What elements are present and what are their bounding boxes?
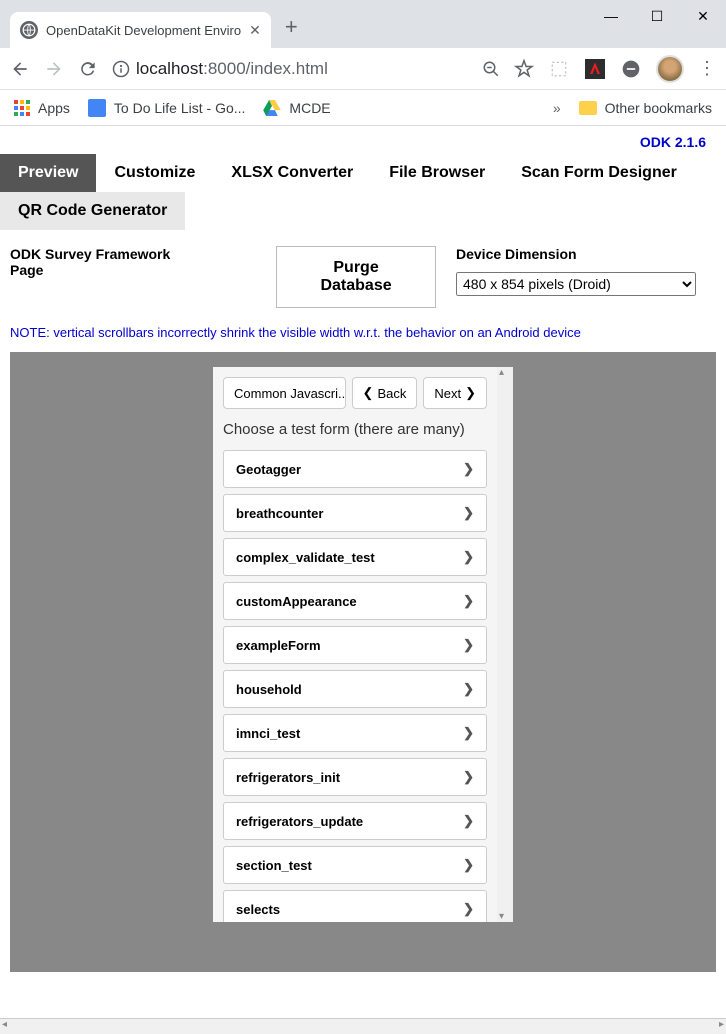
chevron-right-icon: ❯ [463, 681, 474, 697]
apps-bookmark[interactable]: Apps [14, 100, 70, 116]
controls-row: ODK Survey Framework Page Purge Database… [0, 230, 726, 318]
window-titlebar: OpenDataKit Development Enviro ✕ + — ☐ ✕ [0, 0, 726, 48]
other-bookmarks[interactable]: Other bookmarks [579, 100, 712, 116]
breadcrumb-button[interactable]: Common Javascri... [223, 377, 346, 409]
apps-grid-icon [14, 100, 30, 116]
window-controls: — ☐ ✕ [588, 0, 726, 32]
tab-xlsx-converter[interactable]: XLSX Converter [213, 154, 371, 192]
minimize-button[interactable]: — [588, 0, 634, 32]
chevron-right-icon: ❯ [463, 901, 474, 917]
device-inner: Common Javascri... ❮Back Next❯ Choose a … [213, 367, 513, 922]
chevron-right-icon: ❯ [463, 549, 474, 565]
list-item[interactable]: breathcounter❯ [223, 494, 487, 532]
back-button[interactable] [10, 59, 30, 79]
folder-icon [579, 101, 597, 115]
browser-toolbar: localhost:8000/index.html ⋮ [0, 48, 726, 90]
form-list: Geotagger❯ breathcounter❯ complex_valida… [223, 450, 487, 922]
version-label: ODK 2.1.6 [0, 126, 726, 154]
list-item[interactable]: household❯ [223, 670, 487, 708]
adobe-icon[interactable] [584, 58, 606, 80]
close-window-button[interactable]: ✕ [680, 0, 726, 32]
drive-icon [263, 100, 281, 116]
tab-preview[interactable]: Preview [0, 154, 96, 192]
url-text: localhost:8000/index.html [136, 59, 328, 79]
tab-customize[interactable]: Customize [96, 154, 213, 192]
chevron-right-icon: ❯ [463, 637, 474, 653]
chevron-left-icon: ❮ [363, 385, 374, 401]
back-nav-button[interactable]: ❮Back [352, 377, 418, 409]
odk-tabs: Preview Customize XLSX Converter File Br… [0, 154, 726, 230]
toolbar-icons: ⋮ [482, 55, 716, 83]
forward-button[interactable] [44, 59, 64, 79]
list-item[interactable]: customAppearance❯ [223, 582, 487, 620]
docs-icon [88, 99, 106, 117]
tab-scan-form-designer[interactable]: Scan Form Designer [503, 154, 695, 192]
drive-bookmark[interactable]: MCDE [263, 100, 330, 116]
page-content: ODK 2.1.6 Preview Customize XLSX Convert… [0, 126, 726, 972]
purge-database-button[interactable]: Purge Database [276, 246, 436, 308]
tab-file-browser[interactable]: File Browser [371, 154, 503, 192]
browser-tab[interactable]: OpenDataKit Development Enviro ✕ [10, 12, 271, 48]
docs-bookmark[interactable]: To Do Life List - Go... [88, 99, 246, 117]
form-prompt: Choose a test form (there are many) [223, 421, 487, 438]
maximize-button[interactable]: ☐ [634, 0, 680, 32]
survey-framework-label: ODK Survey Framework Page [10, 246, 196, 278]
extension-icon-1[interactable] [548, 58, 570, 80]
list-item[interactable]: refrigerators_init❯ [223, 758, 487, 796]
chevron-right-icon: ❯ [463, 769, 474, 785]
zoom-icon[interactable] [482, 60, 500, 78]
list-item[interactable]: imnci_test❯ [223, 714, 487, 752]
list-item[interactable]: selects❯ [223, 890, 487, 922]
new-tab-button[interactable]: + [285, 14, 298, 40]
note-text: NOTE: vertical scrollbars incorrectly sh… [0, 318, 726, 352]
list-item[interactable]: Geotagger❯ [223, 450, 487, 488]
chevron-right-icon: ❯ [465, 385, 476, 401]
globe-icon [20, 21, 38, 39]
chevron-right-icon: ❯ [463, 813, 474, 829]
list-item[interactable]: section_test❯ [223, 846, 487, 884]
list-item[interactable]: exampleForm❯ [223, 626, 487, 664]
menu-icon[interactable]: ⋮ [698, 58, 716, 79]
chevron-right-icon: ❯ [463, 593, 474, 609]
extension-icon-2[interactable] [620, 58, 642, 80]
chevron-right-icon: ❯ [463, 725, 474, 741]
list-item[interactable]: refrigerators_update❯ [223, 802, 487, 840]
vertical-scrollbar[interactable] [497, 367, 513, 922]
list-item[interactable]: complex_validate_test❯ [223, 538, 487, 576]
device-dimension-label: Device Dimension [456, 246, 696, 262]
chevron-right-icon: ❯ [463, 857, 474, 873]
chevron-right-icon: ❯ [463, 505, 474, 521]
tab-qr-code-generator[interactable]: QR Code Generator [0, 192, 185, 230]
bookmarks-overflow-icon[interactable]: » [553, 100, 561, 116]
address-bar[interactable]: localhost:8000/index.html [112, 59, 468, 79]
close-tab-icon[interactable]: ✕ [249, 22, 261, 39]
star-icon[interactable] [514, 59, 534, 79]
reload-button[interactable] [78, 59, 98, 79]
site-info-icon[interactable] [112, 60, 130, 78]
bookmarks-bar: Apps To Do Life List - Go... MCDE » Othe… [0, 90, 726, 126]
device-preview-frame: Common Javascri... ❮Back Next❯ Choose a … [10, 352, 716, 972]
chevron-right-icon: ❯ [463, 461, 474, 477]
profile-avatar[interactable] [656, 55, 684, 83]
horizontal-scrollbar[interactable] [0, 1018, 726, 1034]
next-nav-button[interactable]: Next❯ [423, 377, 487, 409]
tab-title: OpenDataKit Development Enviro [46, 23, 241, 38]
device-dimension-select[interactable]: 480 x 854 pixels (Droid) [456, 272, 696, 296]
